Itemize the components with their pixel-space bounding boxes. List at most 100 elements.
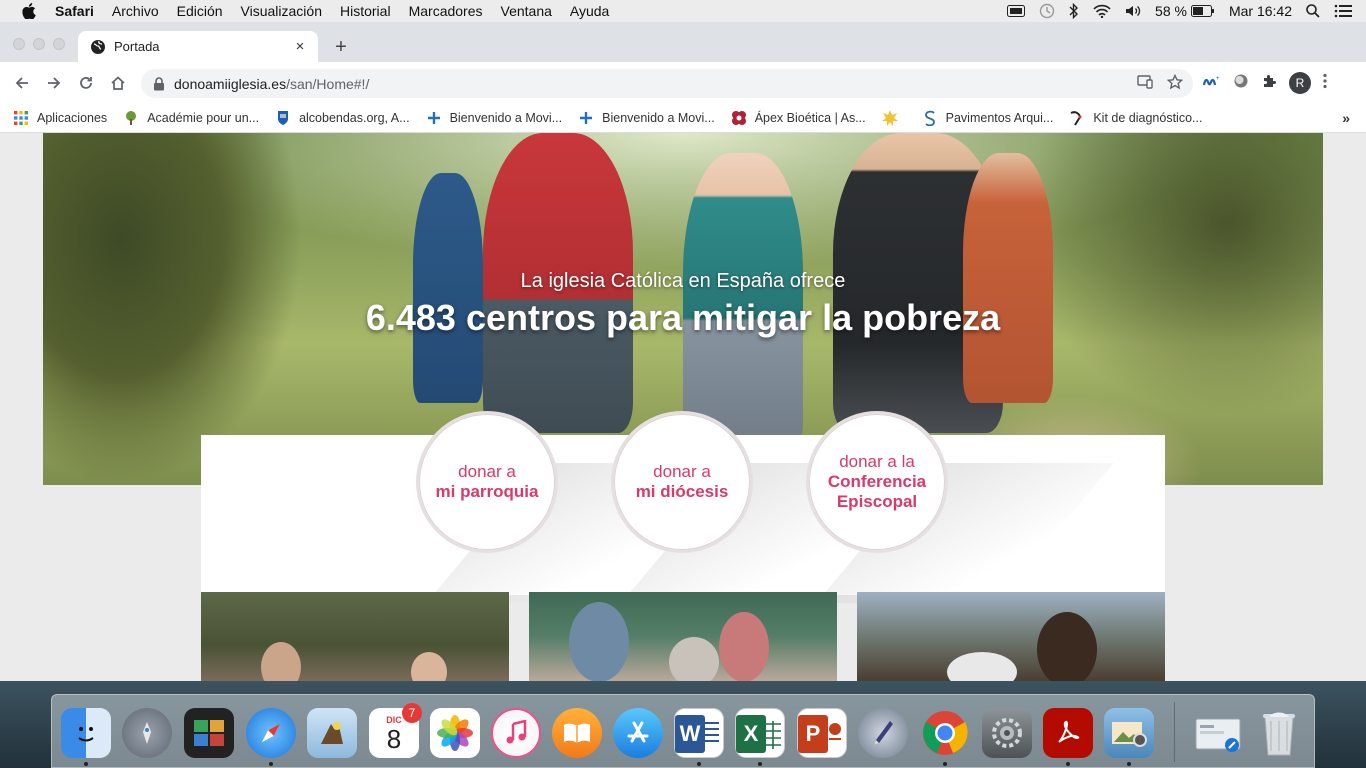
reload-button[interactable] [70, 67, 102, 99]
new-tab-button[interactable]: + [330, 36, 352, 58]
bluetooth-icon[interactable] [1069, 3, 1079, 19]
home-button[interactable] [102, 67, 134, 99]
donate-line1: donar a [458, 462, 516, 481]
menu-ayuda[interactable]: Ayuda [561, 3, 618, 19]
bookmark-academie[interactable]: Académie pour un... [123, 110, 259, 126]
time-machine-icon[interactable] [1039, 3, 1055, 19]
page-content: La iglesia Católica en España ofrece 6.4… [0, 133, 1366, 681]
bookmark-movistar-1[interactable]: Bienvenido a Movi... [426, 110, 562, 126]
itunes-icon[interactable] [491, 708, 541, 758]
battery-status[interactable]: 58 % [1155, 3, 1215, 19]
url-host: donoamiiglesia.es [174, 75, 287, 92]
bookmark-star-icon[interactable] [1166, 73, 1184, 93]
tree-icon [123, 110, 139, 126]
window-zoom-button[interactable] [53, 38, 65, 50]
script-editor-icon[interactable] [858, 708, 908, 758]
launchpad-icon[interactable] [122, 708, 172, 758]
word-icon[interactable]: W [674, 708, 724, 758]
bookmarks-overflow-button[interactable]: » [1342, 110, 1350, 126]
menu-marcadores[interactable]: Marcadores [400, 3, 492, 19]
clock[interactable]: Mar 16:42 [1229, 3, 1292, 19]
tab-portada[interactable]: Portada × [78, 31, 318, 62]
running-indicator [1127, 762, 1131, 766]
donate-conferencia-button[interactable]: donar a la Conferencia Episcopal [806, 411, 948, 553]
spotlight-icon[interactable] [1306, 4, 1320, 18]
system-preferences-icon[interactable] [982, 708, 1032, 758]
photos-icon[interactable] [430, 708, 480, 758]
bookmark-alcobendas[interactable]: alcobendas.org, A... [275, 110, 410, 126]
forward-button[interactable] [38, 67, 70, 99]
address-bar[interactable]: donoamiiglesia.es/san/Home#!/ [141, 69, 1193, 98]
photo-booth-icon[interactable] [184, 708, 234, 758]
running-indicator [697, 762, 701, 766]
bookmark-pavimentos[interactable]: Pavimentos Arqui... [922, 110, 1053, 126]
running-indicator [269, 762, 273, 766]
kebab-menu-icon[interactable] [1323, 73, 1327, 94]
screenshot-folder-icon[interactable] [1193, 708, 1243, 758]
back-button[interactable] [6, 67, 38, 99]
arrow-right-icon [48, 77, 61, 89]
browser-window: Portada × + donoamiiglesia.es/san/Home#!… [0, 22, 1366, 681]
chrome-icon[interactable] [920, 708, 970, 758]
calendar-badge: 7 [402, 703, 422, 723]
window-minimize-button[interactable] [33, 38, 45, 50]
menu-edicion[interactable]: Edición [168, 3, 232, 19]
arrow-left-icon [15, 77, 28, 89]
cast-icon[interactable] [1137, 75, 1153, 92]
movistar-extension-icon[interactable]: + [1202, 74, 1221, 92]
apps-grid-icon [13, 110, 29, 126]
bookmark-label: Bienvenido a Movi... [602, 111, 715, 125]
finder-icon[interactable] [61, 708, 111, 758]
menu-historial[interactable]: Historial [331, 3, 400, 19]
bookmark-apex[interactable]: Ápex Bioética | As... [731, 110, 866, 126]
extensions-puzzle-icon[interactable] [1261, 73, 1277, 94]
bookmark-starburst[interactable] [881, 110, 906, 126]
excel-icon[interactable]: X [735, 708, 785, 758]
hero-subtitle: La iglesia Católica en España ofrece [520, 270, 846, 292]
pen-icon [1069, 110, 1085, 126]
trash-icon[interactable] [1254, 708, 1304, 758]
acrobat-icon[interactable] [1043, 708, 1093, 758]
menu-app-name[interactable]: Safari [49, 3, 103, 19]
bookmark-aplicaciones[interactable]: Aplicaciones [13, 110, 107, 126]
powerpoint-icon[interactable]: P [797, 708, 847, 758]
app-store-icon[interactable] [613, 708, 663, 758]
thumbnail-image[interactable] [201, 592, 509, 681]
volume-icon[interactable] [1125, 4, 1141, 18]
donate-line2: Conferencia Episcopal [827, 472, 927, 511]
preview-icon[interactable] [307, 708, 357, 758]
wifi-icon[interactable] [1093, 4, 1111, 18]
menu-bar: Safari Archivo Edición Visualización His… [0, 0, 1366, 22]
window-close-button[interactable] [13, 38, 25, 50]
face [411, 652, 447, 681]
tab-close-icon[interactable]: × [292, 38, 308, 55]
plus-icon [578, 110, 594, 126]
person [1037, 612, 1097, 681]
ibooks-icon[interactable] [552, 708, 602, 758]
circle-extension-icon[interactable] [1233, 73, 1249, 94]
donate-diocesis-button[interactable]: donar a mi diócesis [611, 411, 753, 553]
bookmark-movistar-2[interactable]: Bienvenido a Movi... [578, 110, 715, 126]
donate-line1: donar a [653, 462, 711, 481]
apple-menu-icon[interactable] [19, 3, 39, 19]
profile-avatar[interactable]: R [1289, 72, 1311, 94]
browser-toolbar: donoamiiglesia.es/san/Home#!/ + R [0, 62, 1366, 104]
bookmark-kit[interactable]: Kit de diagnóstico... [1069, 110, 1202, 126]
thumbnail-image[interactable] [857, 592, 1165, 681]
notification-center-icon[interactable] [1334, 4, 1352, 18]
image-capture-icon[interactable] [1104, 708, 1154, 758]
bookmark-label: Kit de diagnóstico... [1093, 111, 1203, 125]
donate-parroquia-button[interactable]: donar a mi parroquia [416, 411, 558, 553]
apex-icon [731, 110, 747, 126]
safari-icon[interactable] [246, 708, 296, 758]
keyboard-icon[interactable] [1007, 5, 1026, 17]
lock-icon [154, 76, 164, 90]
menu-archivo[interactable]: Archivo [103, 3, 168, 19]
menu-visualizacion[interactable]: Visualización [232, 3, 331, 19]
menu-ventana[interactable]: Ventana [492, 3, 561, 19]
thumbnail-image[interactable] [529, 592, 837, 681]
face [669, 637, 719, 681]
running-indicator [943, 762, 947, 766]
home-icon [111, 76, 125, 90]
object [947, 652, 1017, 681]
